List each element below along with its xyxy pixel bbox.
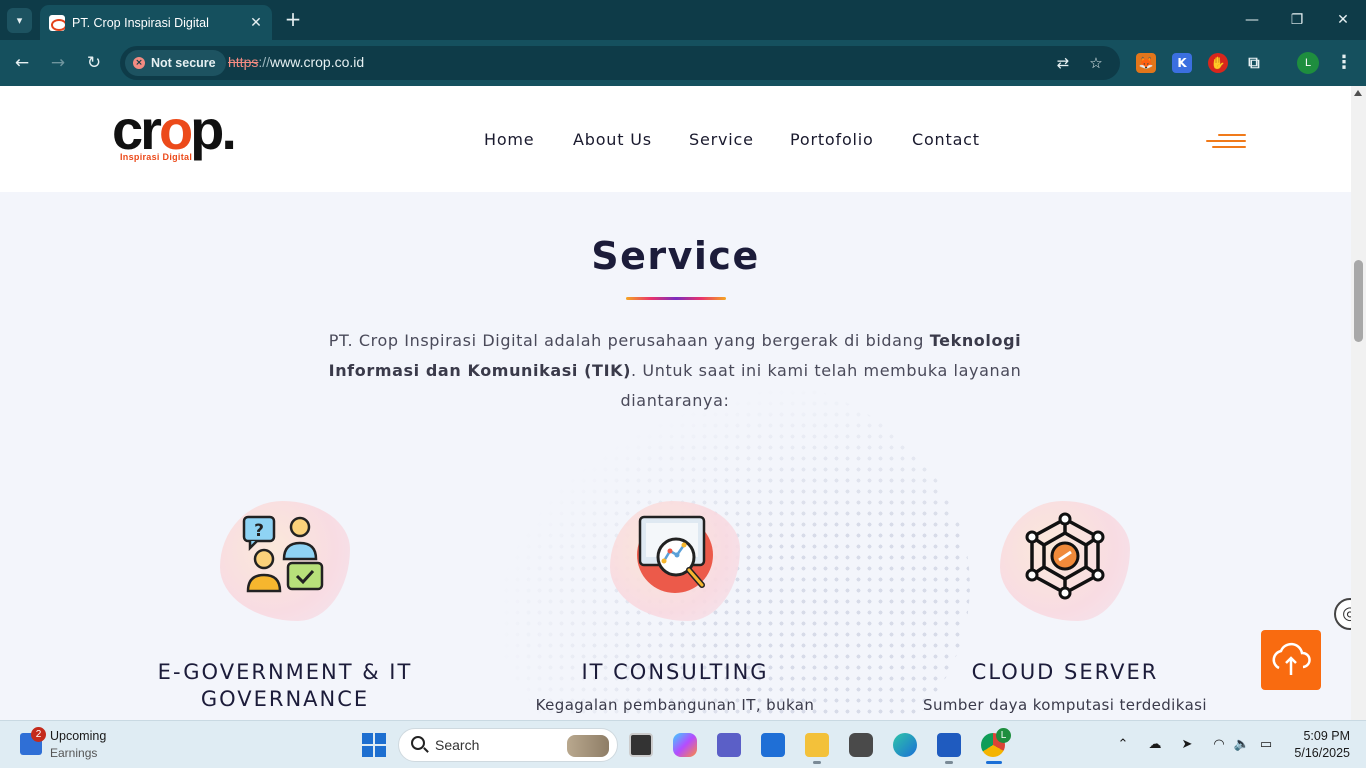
crop-logo[interactable]: crop. Inspirasi Digital [112, 102, 247, 168]
nav-contact[interactable]: Contact [912, 130, 980, 149]
not-secure-icon: × [133, 57, 145, 69]
logo-letter-p: p. [190, 98, 237, 161]
notification-count-badge: 2 [31, 727, 46, 742]
wifi-icon[interactable]: ◠ [1210, 736, 1228, 754]
task-view-icon[interactable] [629, 733, 653, 757]
camera-icon[interactable] [849, 733, 873, 757]
widget-subtitle[interactable]: Earnings [50, 746, 97, 760]
security-label: Not secure [151, 56, 216, 70]
teams-icon[interactable] [717, 733, 741, 757]
minimize-window-icon[interactable]: — [1239, 8, 1265, 32]
url-separator: :// [258, 54, 271, 70]
close-window-icon[interactable]: ✕ [1330, 8, 1356, 32]
taskbar-search-box[interactable]: Search [398, 728, 618, 762]
scrollbar-thumb[interactable] [1354, 260, 1363, 342]
people-question-icon: ? [242, 515, 324, 593]
show-hidden-icons-chevron-icon[interactable]: ⌃ [1114, 736, 1132, 754]
onedrive-offline-icon[interactable]: ☁ [1146, 736, 1164, 754]
card-title: IT CONSULTING [581, 660, 769, 684]
browser-tab-strip: ▾ PT. Crop Inspirasi Digital ✕ + — ❐ ✕ [0, 0, 1366, 40]
microsoft-store-icon[interactable] [761, 733, 785, 757]
tab-search-chevron-icon[interactable]: ▾ [7, 8, 32, 33]
cloud-upload-icon [1272, 642, 1311, 675]
service-card-egov: ? E-GOVERNMENT & IT GOVERNANCE [90, 496, 480, 720]
url-text[interactable]: https://www.crop.co.id [228, 54, 364, 70]
page-scrollbar[interactable] [1351, 86, 1366, 720]
security-indicator[interactable]: × Not secure [125, 50, 226, 76]
hamburger-menu-icon[interactable] [1206, 134, 1246, 154]
back-arrow-icon[interactable]: ← [10, 51, 34, 75]
browser-menu-icon[interactable]: ⋮ [1334, 51, 1354, 75]
card-title: E-GOVERNMENT & IT GOVERNANCE [90, 659, 480, 713]
nav-portofolio[interactable]: Portofolio [790, 130, 874, 149]
card-title-line1: E-GOVERNMENT & IT [157, 660, 413, 684]
svg-text:?: ? [254, 521, 264, 541]
section-title: Service [591, 234, 760, 278]
windows-taskbar: 2 Upcoming Earnings Search L ⌃ ☁ ➤ ◠ 🔈 ▭… [0, 720, 1366, 768]
site-favicon-icon [49, 14, 65, 31]
search-icon [411, 736, 425, 750]
file-explorer-icon[interactable] [805, 733, 829, 757]
edge-icon[interactable] [893, 733, 917, 757]
reload-icon[interactable]: ↻ [82, 51, 106, 75]
volume-icon[interactable]: 🔈 [1233, 736, 1251, 754]
nav-service[interactable]: Service [689, 130, 754, 149]
location-arrow-icon[interactable]: ➤ [1178, 736, 1196, 754]
site-header: crop. Inspirasi Digital Home About Us Se… [0, 86, 1351, 192]
widget-title[interactable]: Upcoming [50, 729, 106, 743]
card-description: Sumber daya komputasi terdedikasi [923, 696, 1207, 714]
network-link-icon [1025, 512, 1105, 600]
forward-arrow-icon[interactable]: → [46, 51, 70, 75]
tab-title: PT. Crop Inspirasi Digital [72, 15, 209, 30]
bookmark-star-icon[interactable]: ☆ [1086, 53, 1106, 73]
url-scheme: https [228, 54, 259, 70]
card-description: Kegagalan pembangunan IT, bukan [535, 696, 815, 714]
clock-time[interactable]: 5:09 PM [1290, 729, 1350, 743]
chrome-profile-badge: L [996, 728, 1011, 743]
nav-home[interactable]: Home [484, 130, 534, 149]
browser-toolbar: ← → ↻ × Not secure https://www.crop.co.i… [0, 40, 1366, 86]
title-underline [626, 297, 726, 300]
adblock-icon[interactable]: ✋ [1208, 53, 1228, 73]
scroll-up-arrow-icon[interactable] [1354, 90, 1362, 96]
card-title: CLOUD SERVER [971, 660, 1159, 684]
service-intro: PT. Crop Inspirasi Digital adalah perusa… [300, 326, 1050, 416]
running-indicator [813, 761, 821, 764]
nav-about-us[interactable]: About Us [573, 130, 652, 149]
browser-tab-active[interactable]: PT. Crop Inspirasi Digital ✕ [40, 5, 272, 40]
cloud-upload-button[interactable] [1261, 630, 1321, 690]
puzzle-extensions-icon[interactable]: ⧉ [1244, 53, 1264, 73]
new-tab-button[interactable]: + [282, 8, 304, 30]
translate-icon[interactable]: ⇄ [1053, 53, 1073, 73]
address-bar[interactable]: × Not secure https://www.crop.co.id ⇄ ☆ [120, 46, 1120, 80]
battery-icon[interactable]: ▭ [1257, 736, 1275, 754]
active-app-indicator [986, 761, 1002, 764]
search-placeholder: Search [435, 737, 480, 753]
page-viewport: crop. Inspirasi Digital Home About Us Se… [0, 86, 1351, 720]
profile-avatar[interactable]: L [1297, 52, 1319, 74]
intro-text-end: . Untuk saat ini kami telah membuka laya… [620, 361, 1022, 410]
service-card-cloud-server: CLOUD SERVER Sumber daya komputasi terde… [870, 496, 1260, 720]
windows-start-icon[interactable] [362, 733, 386, 757]
restore-window-icon[interactable]: ❐ [1284, 8, 1310, 32]
copilot-icon[interactable] [673, 733, 697, 757]
clock-date[interactable]: 5/16/2025 [1280, 746, 1350, 760]
word-icon[interactable] [937, 733, 961, 757]
close-tab-icon[interactable]: ✕ [244, 15, 268, 31]
search-highlight-image [567, 735, 609, 757]
k-extension-icon[interactable]: K [1172, 53, 1192, 73]
monitor-magnifier-icon [637, 515, 713, 593]
intro-text-start: PT. Crop Inspirasi Digital adalah perusa… [328, 331, 930, 350]
running-indicator [945, 761, 953, 764]
metamask-icon[interactable]: 🦊 [1136, 53, 1156, 73]
url-host: www.crop.co.id [270, 54, 365, 70]
logo-wordmark: crop. [112, 102, 237, 158]
card-title-line2: GOVERNANCE [200, 687, 370, 711]
service-card-it-consulting: IT CONSULTING Kegagalan pembangunan IT, … [480, 496, 870, 720]
logo-tagline: Inspirasi Digital [120, 152, 193, 162]
